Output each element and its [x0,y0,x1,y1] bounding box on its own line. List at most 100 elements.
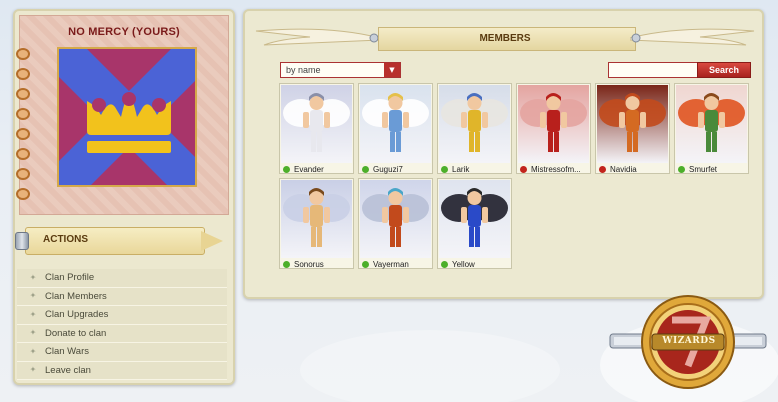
binding-ring-icon [16,68,30,80]
online-status-icon [678,165,685,173]
menu-item-clan-members[interactable]: ✦ Clan Members [17,287,227,306]
online-status-icon [283,165,290,173]
menu-item-label: Donate to clan [45,327,107,339]
member-name[interactable]: Evander [294,165,324,174]
bullet-icon: ✦ [29,272,37,282]
chevron-down-icon[interactable]: ▼ [384,63,400,77]
menu-item-clan-wars[interactable]: ✦ Clan Wars [17,343,227,362]
character-portrait-icon [283,93,350,152]
actions-header: ACTIONS [13,227,231,255]
member-card[interactable]: Sonorus [279,178,354,269]
online-status-icon [441,165,448,173]
menu-item-label: Clan Upgrades [45,309,109,321]
member-name[interactable]: Larik [452,165,469,174]
online-status-icon [362,165,369,173]
member-name[interactable]: Sonorus [294,260,324,269]
member-card[interactable]: Smurfet [674,83,749,174]
member-avatar[interactable] [360,180,431,258]
character-portrait-icon [678,93,745,152]
member-card[interactable]: Evander [279,83,354,174]
character-portrait-icon [362,93,429,152]
member-avatar[interactable] [439,85,510,163]
crown-emblem [57,47,197,187]
member-name[interactable]: Guguzi7 [373,165,403,174]
member-name-row: Larik [438,164,511,174]
member-name[interactable]: Navidia [610,165,637,174]
member-card[interactable]: Larik [437,83,512,174]
menu-item-clan-profile[interactable]: ✦ Clan Profile [17,269,227,288]
member-avatar[interactable] [281,85,352,163]
clan-sidebar: NO MERCY (YOURS) ACTIONS ✦ Clan Profile [13,9,235,385]
bullet-icon: ✦ [29,346,37,356]
bullet-icon: ✦ [29,309,37,319]
ribbon-tail [201,231,223,251]
member-name[interactable]: Smurfet [689,165,717,174]
member-name[interactable]: Vayerman [373,260,409,269]
member-avatar[interactable] [281,180,352,258]
member-name-row: Smurfet [675,164,748,174]
members-header: MEMBERS [250,23,760,55]
menu-item-label: Clan Wars [45,346,89,358]
member-name-row: Evander [280,164,353,174]
menu-item-clan-upgrades[interactable]: ✦ Clan Upgrades [17,306,227,325]
character-portrait-icon [441,93,508,152]
member-card[interactable]: Vayerman [358,178,433,269]
sort-dropdown[interactable]: by name ▼ [280,62,401,78]
offline-status-icon [599,165,606,173]
character-portrait-icon [441,188,508,247]
search-input[interactable] [608,62,698,78]
member-name-row: Mistressofm... [517,164,590,174]
character-portrait-icon [362,188,429,247]
cloud [300,330,560,402]
bullet-icon: ✦ [29,328,37,338]
member-name-row: Vayerman [359,259,432,269]
binding-ring-icon [16,88,30,100]
bullet-icon: ✦ [29,291,37,301]
clan-name: NO MERCY (YOURS) [68,26,180,38]
menu-item-leave-clan[interactable]: ✦ Leave clan [17,361,227,380]
member-name-row: Guguzi7 [359,164,432,174]
member-avatar[interactable] [676,85,747,163]
binding-ring-icon [16,48,30,60]
bullet-icon: ✦ [29,365,37,375]
member-name-row: Sonorus [280,259,353,269]
members-title: MEMBERS [479,33,531,44]
member-grid: Evander Guguzi7 Larik Mistressofm... Navidia… [279,83,751,269]
member-avatar[interactable] [360,85,431,163]
binding-ring-icon [16,168,30,180]
clan-banner: NO MERCY (YOURS) [16,15,229,215]
binding-ring-icon [16,148,30,160]
character-portrait-icon [599,93,666,152]
member-card[interactable]: Guguzi7 [358,83,433,174]
character-portrait-icon [283,188,350,247]
actions-menu: ✦ Clan Profile ✦ Clan Members ✦ Clan Upgrad… [17,269,227,380]
wizards-logo[interactable]: WIZARDS [608,290,768,394]
member-name-row: Navidia [596,164,669,174]
scroll-knob-icon [15,232,29,250]
online-status-icon [441,260,448,268]
offline-status-icon [520,165,527,173]
members-panel: MEMBERS by name ▼ Search Evander Guguzi7 L… [243,9,764,299]
binding-ring-icon [16,128,30,140]
menu-item-label: Clan Profile [45,272,95,284]
crown-icon [59,49,195,185]
sort-selected-value: by name [286,65,321,75]
search-button[interactable]: Search [697,62,751,78]
member-avatar[interactable] [597,85,668,163]
menu-item-donate[interactable]: ✦ Donate to clan [17,324,227,343]
character-portrait-icon [520,93,587,152]
member-name[interactable]: Yellow [452,260,475,269]
member-name[interactable]: Mistressofm... [531,165,581,174]
online-status-icon [283,260,290,268]
member-name-row: Yellow [438,259,511,269]
member-card[interactable]: Navidia [595,83,670,174]
menu-item-label: Leave clan [45,364,91,376]
member-avatar[interactable] [439,180,510,258]
online-status-icon [362,260,369,268]
member-card[interactable]: Mistressofm... [516,83,591,174]
logo-text: WIZARDS [662,336,716,346]
menu-item-label: Clan Members [45,290,107,302]
actions-title: ACTIONS [43,234,88,245]
member-card[interactable]: Yellow [437,178,512,269]
member-avatar[interactable] [518,85,589,163]
